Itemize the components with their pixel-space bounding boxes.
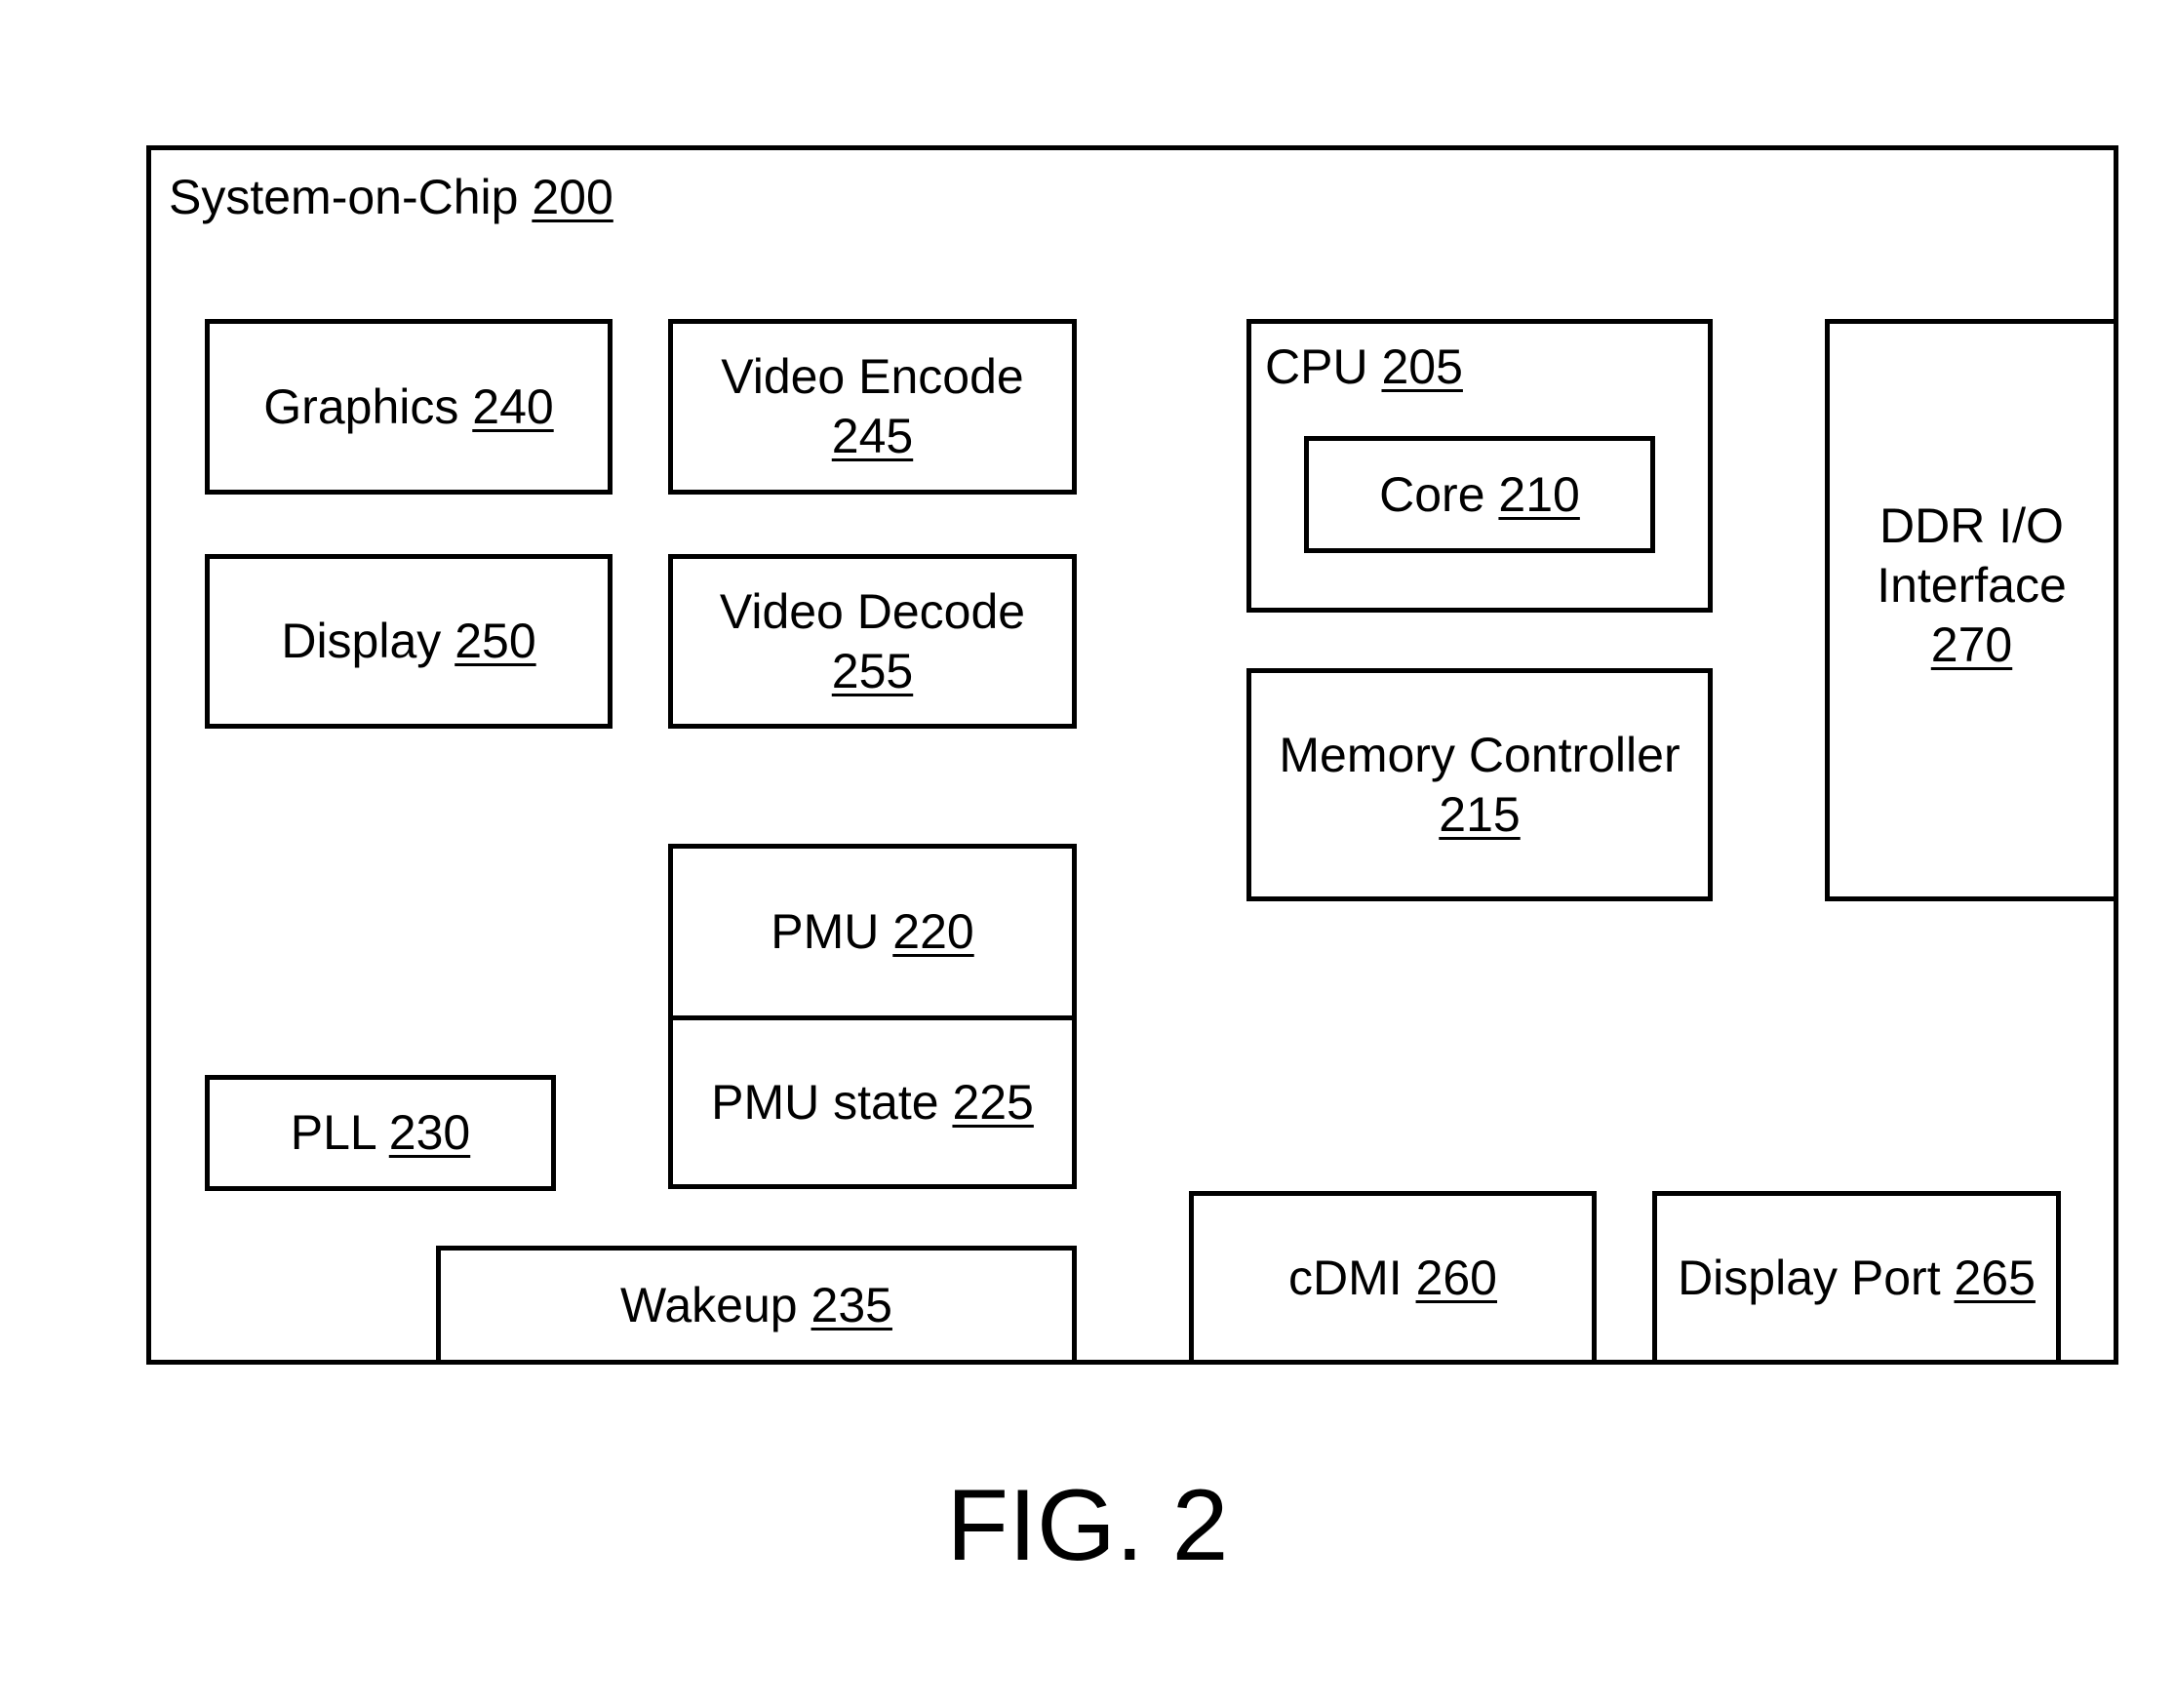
ddr-io-interface-block: DDR I/O Interface 270	[1825, 319, 2118, 901]
video-encode-block: Video Encode 245	[668, 319, 1077, 495]
pll-block: PLL 230	[205, 1075, 556, 1191]
pmu-state-block: PMU state 225	[668, 1015, 1077, 1189]
soc-title: System-on-Chip 200	[169, 170, 613, 224]
graphics-block: Graphics 240	[205, 319, 613, 495]
wakeup-block: Wakeup 235	[436, 1246, 1077, 1365]
figure-label: FIG. 2	[946, 1469, 1229, 1582]
display-block: Display 250	[205, 554, 613, 729]
memory-controller-block: Memory Controller 215	[1246, 668, 1713, 901]
video-decode-block: Video Decode 255	[668, 554, 1077, 729]
cpu-title: CPU 205	[1265, 339, 1463, 394]
core-block: Core 210	[1304, 436, 1655, 553]
cdmi-block: cDMI 260	[1189, 1191, 1597, 1365]
pmu-block: PMU 220	[668, 844, 1077, 1020]
display-port-block: Display Port 265	[1652, 1191, 2061, 1365]
